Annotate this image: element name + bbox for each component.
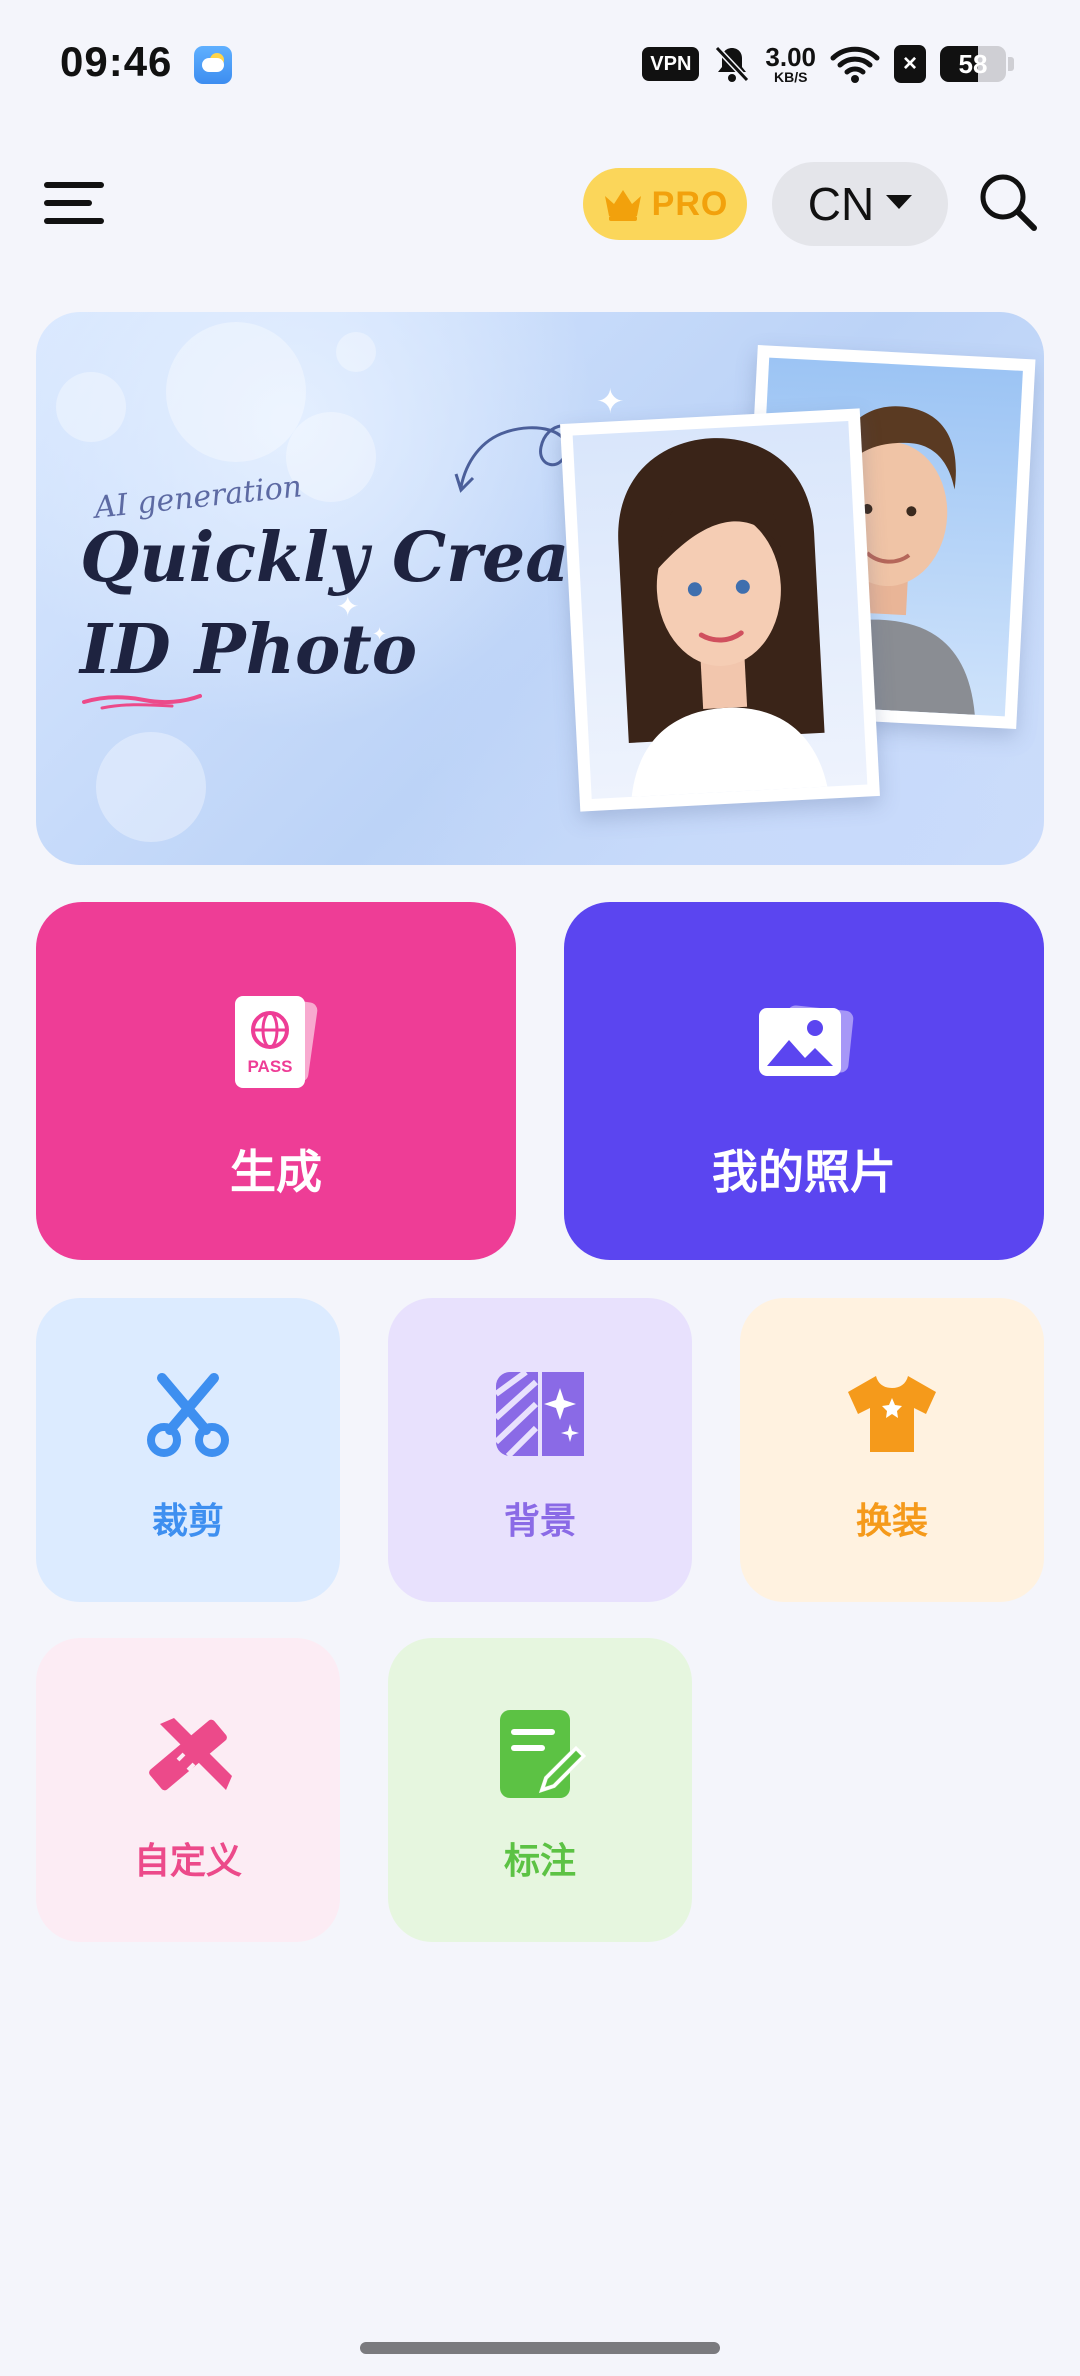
promo-banner[interactable]: AI generation Quickly Create ID Photo ✦ … — [36, 312, 1044, 865]
outfit-label: 换装 — [855, 1501, 928, 1542]
background-tile[interactable]: 背景 — [388, 1298, 692, 1602]
underline-decoration — [82, 694, 202, 710]
status-indicators: VPN 3.00 KB/S × 58 — [642, 42, 1014, 86]
annotate-label: 标注 — [503, 1841, 576, 1882]
my-photos-card[interactable]: 我的照片 — [564, 902, 1044, 1260]
speed-value: 3.00 — [765, 42, 816, 72]
chevron-down-icon — [886, 195, 913, 209]
annotate-tile[interactable]: 标注 — [388, 1638, 692, 1942]
gallery-icon — [759, 1005, 854, 1076]
generate-label: 生成 — [230, 1145, 322, 1199]
banner-title-line2: ID Photo — [80, 610, 418, 690]
status-bar: 09:46 VPN 3.00 KB/S × 58 — [0, 0, 1080, 130]
note-edit-icon — [500, 1710, 587, 1798]
bell-muted-icon — [715, 45, 750, 83]
sample-photo-female — [560, 408, 880, 812]
weather-app-icon — [194, 46, 232, 84]
battery-tip — [1008, 57, 1014, 71]
crop-tile[interactable]: 裁剪 — [36, 1298, 340, 1602]
ruler-pencil-icon — [149, 1718, 232, 1791]
outfit-tile[interactable]: 换装 — [740, 1298, 1044, 1602]
crown-icon — [604, 190, 641, 221]
background-icon — [493, 1369, 584, 1459]
pro-button[interactable]: PRO — [583, 168, 747, 240]
generate-card[interactable]: PASS 生成 — [36, 902, 516, 1260]
vpn-badge: VPN — [642, 47, 700, 81]
outfit-icon — [848, 1376, 936, 1452]
wifi-icon — [830, 46, 880, 83]
sparkle-icon: ✦ — [372, 624, 388, 644]
background-label: 背景 — [503, 1501, 576, 1542]
search-icon[interactable] — [976, 170, 1040, 234]
menu-icon[interactable] — [44, 182, 106, 228]
status-time: 09:46 — [60, 38, 173, 85]
custom-tile[interactable]: 自定义 — [36, 1638, 340, 1942]
banner-title: Quickly Create ID Photo — [80, 512, 644, 696]
passport-icon: PASS — [235, 996, 318, 1088]
pro-label: PRO — [651, 184, 729, 223]
battery-level: 58 — [958, 49, 988, 79]
custom-label: 自定义 — [133, 1841, 242, 1882]
country-select[interactable]: CN — [772, 162, 948, 246]
banner-title-line1: Quickly Create — [80, 518, 644, 598]
my-photos-label: 我的照片 — [712, 1145, 896, 1199]
speed-unit: KB/S — [773, 69, 808, 85]
sparkle-icon: ✦ — [336, 591, 360, 622]
home-indicator[interactable] — [360, 2342, 720, 2354]
sparkle-icon: ✦ — [596, 383, 625, 421]
svg-text:PASS: PASS — [247, 1057, 292, 1076]
app-notification-icon: × — [894, 45, 926, 83]
female-portrait — [618, 438, 828, 797]
crop-label: 裁剪 — [151, 1501, 224, 1542]
country-value: CN — [807, 178, 875, 230]
battery-icon: 58 — [940, 46, 1006, 82]
scissors-icon — [147, 1373, 229, 1457]
network-speed: 3.00 KB/S — [765, 44, 816, 84]
